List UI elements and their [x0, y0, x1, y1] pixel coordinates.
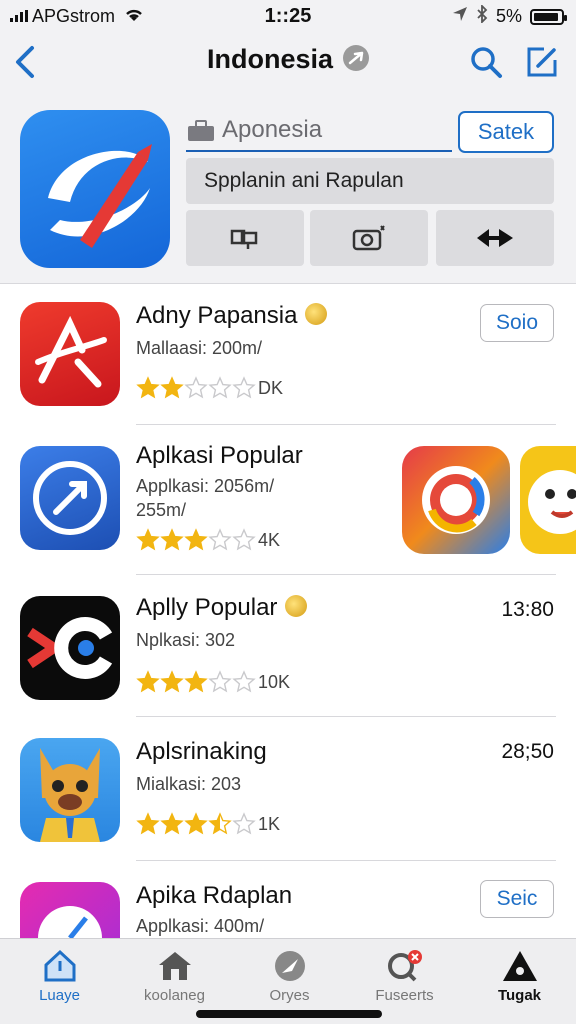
plane-badge-icon: [343, 45, 370, 71]
app-icon-xc: [20, 596, 120, 700]
time-label: 13:80: [501, 598, 554, 621]
star-filled-icon: [160, 812, 184, 835]
rating-count: 4K: [258, 529, 281, 550]
app-name: Aplkasi Popular: [136, 442, 303, 469]
app-icon-rdaplan: [20, 882, 120, 938]
list-item[interactable]: Aplly Popular Nplkasi: 302 10K 13:80: [0, 574, 576, 716]
bluetooth-icon: [476, 3, 488, 28]
camera-button[interactable]: [310, 210, 428, 266]
component-icon: [230, 229, 258, 249]
star-rating: 1K: [136, 812, 280, 836]
app-icon-chrome[interactable]: [402, 446, 510, 554]
tab-label: koolaneg: [144, 987, 205, 1004]
tab-label: Tugak: [497, 987, 542, 1004]
tab-fuseerts[interactable]: Fuseerts: [347, 945, 462, 1015]
featured-header: Aponesia Satek Spplanin ani Rapulan: [0, 92, 576, 284]
star-empty-icon: [232, 670, 256, 693]
list-item[interactable]: Aplsrinaking Mialkasi: 203 1K 28;50: [0, 716, 576, 860]
list-item[interactable]: Aplkasi Popular Applkasi: 2056m/ 255m/ 4…: [0, 424, 576, 574]
star-empty-icon: [208, 670, 232, 693]
star-filled-icon: [136, 376, 160, 399]
compose-button[interactable]: [524, 44, 560, 80]
page-title-text: Indonesia: [206, 44, 334, 74]
star-filled-icon: [184, 528, 208, 551]
app-meta: Applkasi: 400m/: [136, 916, 265, 936]
star-rating: 10K: [136, 670, 290, 694]
gold-badge-icon: [285, 595, 308, 617]
tab-koolaneg[interactable]: koolaneg: [117, 945, 232, 1015]
get-button[interactable]: Seic: [480, 880, 554, 918]
star-empty-icon: [232, 376, 256, 399]
app-name: Aplly Popular: [136, 594, 308, 622]
get-button[interactable]: Soio: [480, 304, 554, 342]
briefcase-icon: [186, 120, 216, 142]
star-half-icon: [208, 812, 232, 835]
time-label: 28;50: [501, 740, 554, 763]
search-icon: [471, 47, 502, 78]
status-bar: APGstrom 1::25 5%: [0, 0, 576, 32]
battery-icon: [530, 8, 567, 25]
star-filled-icon: [136, 812, 160, 835]
triangle-logo-icon: [502, 951, 537, 981]
battery-percent: 5%: [495, 6, 522, 26]
tab-label: Luaye: [39, 987, 80, 1004]
tab-luaye[interactable]: Luaye: [2, 945, 117, 1015]
app-meta: Mallaasi: 200m/: [136, 338, 263, 358]
app-meta: Nplkasi: 302: [136, 630, 236, 650]
star-empty-icon: [208, 376, 232, 399]
app-icon-fox: [20, 738, 120, 842]
star-empty-icon: [232, 812, 256, 835]
search-alert-icon: [387, 950, 422, 982]
status-right: 5%: [452, 3, 567, 28]
app-meta: Applkasi: 2056m/ 255m/: [136, 476, 275, 520]
compass-icon: [274, 951, 305, 981]
featured-app-icon[interactable]: [20, 110, 170, 268]
rating-count: DK: [258, 377, 284, 398]
app-meta: Mialkasi: 203: [136, 774, 242, 794]
tab-label: Oryes: [269, 987, 310, 1004]
app-name: Apika Rdaplan: [136, 882, 293, 909]
app-name: Aplsrinaking: [136, 738, 267, 765]
compose-icon: [527, 47, 557, 77]
star-empty-icon: [184, 376, 208, 399]
location-icon: [452, 6, 468, 27]
gold-badge-icon: [305, 303, 328, 325]
tab-tugak[interactable]: Tugak: [462, 945, 576, 1015]
star-empty-icon: [232, 528, 256, 551]
rating-count: 1K: [258, 813, 281, 834]
rating-count: 10K: [258, 671, 291, 692]
star-filled-icon: [160, 376, 184, 399]
star-filled-icon: [160, 528, 184, 551]
list-item[interactable]: Adny Papansia Mallaasi: 200m/ DK Soio: [0, 284, 576, 424]
featured-search-field[interactable]: Aponesia: [186, 112, 452, 152]
featured-search-text: Aponesia: [222, 116, 323, 143]
camera-icon: [352, 225, 385, 251]
home-indicator: [196, 1010, 382, 1018]
tab-oryes[interactable]: Oryes: [232, 945, 347, 1015]
app-icon-adny: [20, 302, 120, 406]
navigation-bar: Indonesia: [0, 32, 576, 92]
search-button[interactable]: [468, 44, 504, 80]
app-icon-character[interactable]: [520, 446, 576, 554]
star-filled-icon: [184, 670, 208, 693]
star-filled-icon: [160, 670, 184, 693]
star-filled-icon: [136, 528, 160, 551]
house-icon: [158, 952, 191, 980]
app-name: Adny Papansia: [136, 302, 328, 330]
select-button[interactable]: Satek: [458, 111, 554, 153]
featured-text-field[interactable]: Spplanin ani Rapulan: [186, 158, 554, 204]
star-filled-icon: [136, 670, 160, 693]
home-outline-icon: [44, 949, 75, 982]
share-arrows-icon: [477, 229, 513, 247]
star-filled-icon: [184, 812, 208, 835]
list-item[interactable]: Apika Rdaplan Applkasi: 400m/ Seic: [0, 860, 576, 938]
star-empty-icon: [208, 528, 232, 551]
tab-label: Fuseerts: [375, 987, 434, 1004]
share-button[interactable]: [436, 210, 554, 266]
app-icon-compass: [20, 446, 120, 550]
star-rating: DK: [136, 376, 283, 400]
star-rating: 4K: [136, 528, 280, 552]
component-button[interactable]: [186, 210, 304, 266]
